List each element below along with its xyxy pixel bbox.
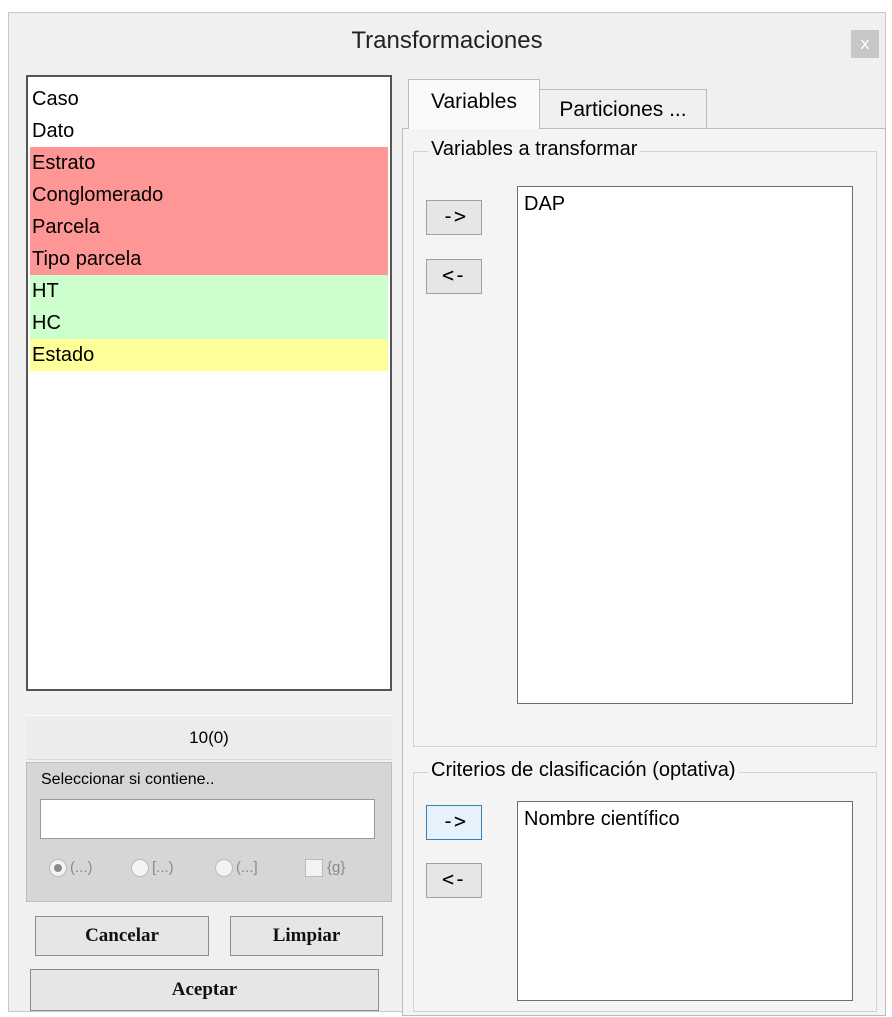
close-button[interactable]: x [851,30,879,58]
variable-count: 10(0) [26,715,392,760]
source-variable-list[interactable]: Caso Dato Estrato Conglomerado Parcela Tipo p… [26,75,392,691]
tab-page-variables: Variables a transformar -> <- DAP Criter… [402,128,886,1016]
add-criteria-button[interactable]: -> [426,805,482,840]
source-variable-item[interactable]: Estado [30,339,388,371]
remove-criteria-button[interactable]: <- [426,863,482,898]
checkbox-icon [305,859,323,878]
filter-option-g[interactable]: {g} [305,856,345,882]
add-transform-variable-button[interactable]: -> [426,200,482,235]
list-item[interactable]: DAP [524,193,846,216]
source-variable-item[interactable]: Dato [30,115,388,147]
option-label: [...) [152,859,174,876]
transform-group-title: Variables a transformar [428,138,641,161]
criteria-group-title: Criterios de clasificación (optativa) [428,759,739,782]
source-variable-item[interactable]: Parcela [30,211,388,243]
clear-button[interactable]: Limpiar [230,916,383,956]
filter-option-bracket-close[interactable]: (...] [215,856,258,882]
option-label: (...] [236,859,258,876]
filter-option-bracket-open[interactable]: [...) [131,856,174,882]
transformaciones-dialog: Transformaciones x Caso Dato Estrato Conglo… [8,12,886,1016]
source-variable-items: Caso Dato Estrato Conglomerado Parcela Tipo p… [30,83,388,371]
radio-icon [49,859,67,878]
transform-variables-list[interactable]: DAP [517,186,853,704]
window-title: Transformaciones [351,27,543,54]
title-bar[interactable]: Transformaciones x [9,13,885,73]
right-panel: Variables Particiones ... Variables a tr… [401,73,886,1016]
source-variable-item[interactable]: HT [30,275,388,307]
filter-option-parenthesis[interactable]: (...) [49,856,93,882]
remove-transform-variable-button[interactable]: <- [426,259,482,294]
tab-variables[interactable]: Variables [408,79,540,129]
tab-particiones[interactable]: Particiones ... [539,89,707,129]
option-label: (...) [70,859,93,876]
source-variable-item[interactable]: Caso [30,83,388,115]
cancel-button[interactable]: Cancelar [35,916,209,956]
accept-button[interactable]: Aceptar [30,969,379,1011]
radio-icon [131,859,149,878]
source-variable-item[interactable]: HC [30,307,388,339]
source-variable-item[interactable]: Tipo parcela [30,243,388,275]
filter-panel: Seleccionar si contiene.. (...) [...) (.… [26,762,392,902]
source-variable-item[interactable]: Conglomerado [30,179,388,211]
filter-label: Seleccionar si contiene.. [41,771,215,788]
radio-icon [215,859,233,878]
classification-criteria-list[interactable]: Nombre científico [517,801,853,1001]
filter-input[interactable] [40,799,375,839]
classification-criteria-group: Criterios de clasificación (optativa) ->… [413,759,877,1012]
transform-variables-group: Variables a transformar -> <- DAP [413,138,877,747]
source-variable-item[interactable]: Estrato [30,147,388,179]
option-label: {g} [327,859,346,876]
list-item[interactable]: Nombre científico [524,808,846,831]
